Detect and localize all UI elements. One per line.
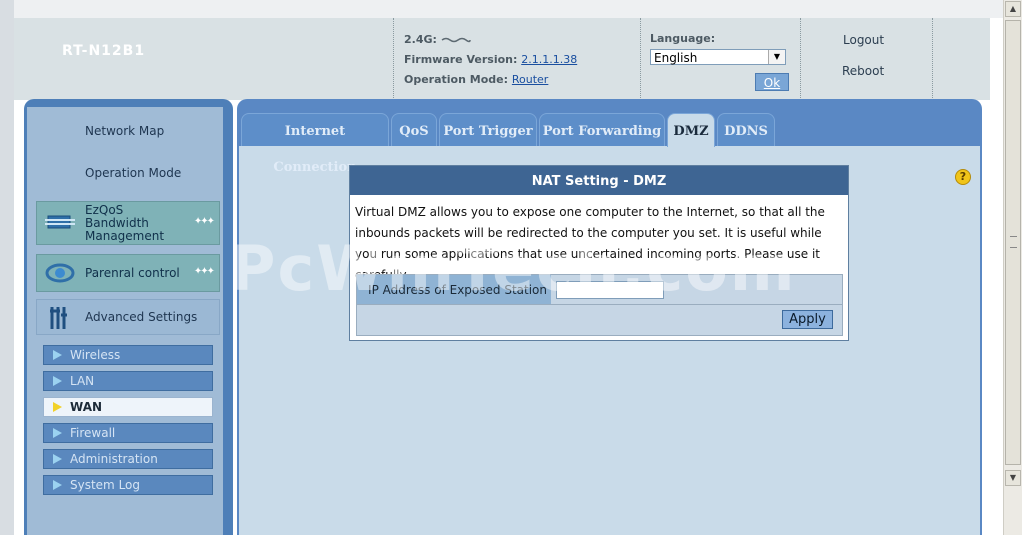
sidebar-item-label: Wireless xyxy=(70,348,121,362)
tab-qos[interactable]: QoS xyxy=(391,113,437,146)
sidebar-item-label: WAN xyxy=(70,400,103,414)
language-value: English xyxy=(654,51,698,65)
arrow-right-icon xyxy=(53,350,62,360)
header-divider xyxy=(800,18,801,100)
arrow-right-icon xyxy=(53,402,62,412)
language-select[interactable]: English ▼ xyxy=(650,49,786,65)
firmware-info: Firmware Version: 2.1.1.1.38 xyxy=(404,53,577,66)
sidebar-item-label: LAN xyxy=(70,374,95,388)
arrow-right-icon xyxy=(53,480,62,490)
header-divider xyxy=(640,18,641,100)
operation-mode-link[interactable]: Router xyxy=(512,73,548,86)
sidebar-item-wan[interactable]: WAN xyxy=(43,397,213,417)
exposed-station-label: IP Address of Exposed Station xyxy=(357,275,551,304)
sidebar-item-administration[interactable]: Administration xyxy=(43,449,213,469)
panel-title: NAT Setting - DMZ xyxy=(350,166,848,195)
arrow-right-icon xyxy=(53,428,62,438)
sparkle-icon: ✦✦✦ xyxy=(193,266,215,277)
band-info: 2.4G: xyxy=(404,33,471,46)
advanced-settings-label: Advanced Settings xyxy=(85,310,198,324)
ezqos-label-3: Management xyxy=(85,229,165,243)
sidebar-item-parental-control[interactable]: Parenral control ✦✦✦ xyxy=(36,254,220,292)
firmware-version-link[interactable]: 2.1.1.1.38 xyxy=(521,53,577,66)
sidebar-item-label: Firewall xyxy=(70,426,116,440)
sidebar-item-operation-mode[interactable]: Operation Mode xyxy=(85,166,181,180)
chevron-down-icon[interactable]: ▼ xyxy=(768,50,785,64)
scrollbar-thumb[interactable] xyxy=(1005,20,1021,465)
sparkle-icon: ✦✦✦ xyxy=(193,216,215,227)
sidebar-item-label: Administration xyxy=(70,452,158,466)
dmz-settings-panel: NAT Setting - DMZ Virtual DMZ allows you… xyxy=(349,165,849,341)
exposed-station-row: IP Address of Exposed Station xyxy=(356,274,843,305)
firmware-label: Firmware Version: xyxy=(404,53,518,66)
tab-port-trigger[interactable]: Port Trigger xyxy=(439,113,537,146)
help-icon[interactable]: ? xyxy=(955,169,971,185)
sidebar-item-advanced-settings[interactable]: Advanced Settings xyxy=(36,299,220,335)
sidebar-item-lan[interactable]: LAN xyxy=(43,371,213,391)
operation-mode-info: Operation Mode: Router xyxy=(404,73,548,86)
ssid-scribble-icon xyxy=(441,37,471,43)
exposed-station-ip-input[interactable] xyxy=(556,281,664,299)
arrow-right-icon xyxy=(53,376,62,386)
parental-control-icon xyxy=(45,263,75,283)
browser-frame-left xyxy=(0,0,14,535)
header-divider xyxy=(393,18,394,100)
parental-control-label: Parenral control xyxy=(85,266,180,280)
language-ok-button[interactable]: Ok xyxy=(755,73,789,91)
sidebar-item-firewall[interactable]: Firewall xyxy=(43,423,213,443)
tab-internet-connection[interactable]: Internet Connection xyxy=(241,113,389,175)
bandwidth-icon xyxy=(45,215,75,229)
arrow-right-icon xyxy=(53,454,62,464)
vertical-scrollbar[interactable]: ▲ ▼ xyxy=(1003,0,1022,535)
tab-ddns[interactable]: DDNS xyxy=(717,113,775,146)
band-label: 2.4G: xyxy=(404,33,437,46)
apply-row: Apply xyxy=(356,305,843,336)
browser-frame-top xyxy=(0,0,1004,18)
sidebar-item-system-log[interactable]: System Log xyxy=(43,475,213,495)
scroll-up-icon[interactable]: ▲ xyxy=(1005,1,1021,17)
logout-link[interactable]: Logout xyxy=(843,33,884,47)
tab-port-forwarding[interactable]: Port Forwarding xyxy=(539,113,665,146)
scroll-down-icon[interactable]: ▼ xyxy=(1005,470,1021,486)
sidebar-item-label: System Log xyxy=(70,478,140,492)
reboot-link[interactable]: Reboot xyxy=(842,64,884,78)
sidebar-item-network-map[interactable]: Network Map xyxy=(85,124,164,138)
wrench-icon xyxy=(50,307,67,329)
sidebar-item-wireless[interactable]: Wireless xyxy=(43,345,213,365)
grip-icon xyxy=(1010,236,1017,248)
header-divider xyxy=(932,18,933,100)
operation-mode-label: Operation Mode: xyxy=(404,73,509,86)
sidebar-item-ezqos[interactable]: EzQoS Bandwidth Management ✦✦✦ xyxy=(36,201,220,245)
model-name: RT-N12B1 xyxy=(62,43,146,59)
apply-button[interactable]: Apply xyxy=(782,310,833,329)
tab-dmz[interactable]: DMZ xyxy=(667,113,715,147)
language-label: Language: xyxy=(650,32,716,45)
